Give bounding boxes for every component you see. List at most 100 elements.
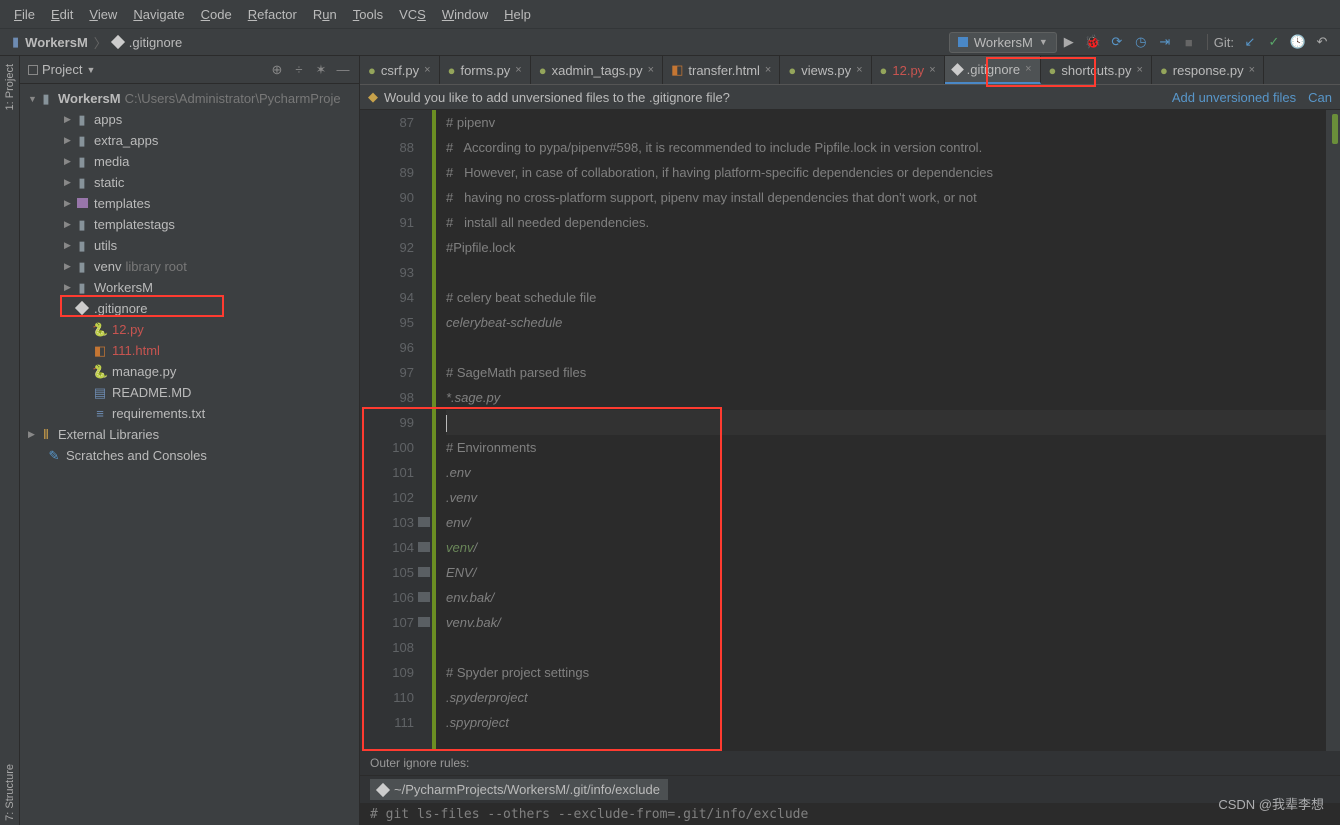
code-line[interactable]: .env xyxy=(446,460,1326,485)
tab-xadmin_tags.py[interactable]: ●xadmin_tags.py× xyxy=(531,56,663,84)
gitignore-icon xyxy=(376,782,390,796)
tab-response.py[interactable]: ●response.py× xyxy=(1152,56,1264,84)
code-line[interactable]: .spyproject xyxy=(446,710,1326,735)
menu-view[interactable]: View xyxy=(81,7,125,22)
collapse-icon[interactable]: ÷ xyxy=(291,62,307,78)
project-tree: ▼▮ WorkersMC:\Users\Administrator\Pychar… xyxy=(20,84,359,825)
tree-item-README.MD[interactable]: ▤ README.MD xyxy=(20,382,359,403)
code-line[interactable]: env/ xyxy=(446,510,1326,535)
code-line[interactable]: ENV/ xyxy=(446,560,1326,585)
menu-run[interactable]: Run xyxy=(305,7,345,22)
menu-help[interactable]: Help xyxy=(496,7,539,22)
code-line[interactable]: env.bak/ xyxy=(446,585,1326,610)
code-line[interactable]: *.sage.py xyxy=(446,385,1326,410)
hide-icon[interactable]: — xyxy=(335,62,351,78)
close-icon[interactable]: × xyxy=(515,64,521,76)
tree-item-111.html[interactable]: ◧ 111.html xyxy=(20,340,359,361)
code-line[interactable] xyxy=(446,335,1326,360)
code-line[interactable]: # Spyder project settings xyxy=(446,660,1326,685)
vcs-commit-button[interactable]: ✓ xyxy=(1265,33,1283,51)
menu-vcs[interactable]: VCS xyxy=(391,7,434,22)
run-config-select[interactable]: WorkersM ▼ xyxy=(949,32,1057,53)
tree-scratches[interactable]: ✎Scratches and Consoles xyxy=(20,445,359,466)
settings-icon[interactable]: ✶ xyxy=(313,62,329,78)
code-line[interactable]: venv/ xyxy=(446,535,1326,560)
code-body[interactable]: # pipenv# According to pypa/pipenv#598, … xyxy=(432,110,1326,751)
code-line[interactable]: # pipenv xyxy=(446,110,1326,135)
tree-item-templates[interactable]: ▶ templates xyxy=(20,193,359,214)
close-icon[interactable]: × xyxy=(648,64,654,76)
menu-window[interactable]: Window xyxy=(434,7,496,22)
tab-transfer.html[interactable]: ◧transfer.html× xyxy=(663,56,780,84)
tree-item-media[interactable]: ▶▮ media xyxy=(20,151,359,172)
tree-item-requirements.txt[interactable]: ≡ requirements.txt xyxy=(20,403,359,424)
close-icon[interactable]: × xyxy=(765,64,771,76)
code-line[interactable]: # having no cross-platform support, pipe… xyxy=(446,185,1326,210)
code-line[interactable]: # install all needed dependencies. xyxy=(446,210,1326,235)
cancel-link[interactable]: Can xyxy=(1308,90,1332,105)
locate-icon[interactable]: ⊕ xyxy=(269,62,285,78)
debug-button[interactable]: 🐞 xyxy=(1084,33,1102,51)
menu-code[interactable]: Code xyxy=(193,7,240,22)
close-icon[interactable]: × xyxy=(929,64,935,76)
code-line[interactable]: .venv xyxy=(446,485,1326,510)
code-line[interactable]: # Environments xyxy=(446,435,1326,460)
breadcrumb[interactable]: ▮ WorkersM 〉 .gitignore xyxy=(6,33,188,52)
code-line[interactable]: # According to pypa/pipenv#598, it is re… xyxy=(446,135,1326,160)
tree-item-venv[interactable]: ▶▮ venvlibrary root xyxy=(20,256,359,277)
code-editor[interactable]: 8788899091929394959697989910010110210310… xyxy=(360,110,1340,751)
code-line[interactable]: #Pipfile.lock xyxy=(446,235,1326,260)
stop-button[interactable]: ■ xyxy=(1180,33,1198,51)
code-line[interactable]: celerybeat-schedule xyxy=(446,310,1326,335)
code-line[interactable]: venv.bak/ xyxy=(446,610,1326,635)
close-icon[interactable]: × xyxy=(424,64,430,76)
run-button[interactable]: ▶ xyxy=(1060,33,1078,51)
tree-item-utils[interactable]: ▶▮ utils xyxy=(20,235,359,256)
menu-navigate[interactable]: Navigate xyxy=(125,7,192,22)
close-icon[interactable]: × xyxy=(1025,63,1031,75)
profile-button[interactable]: ◷ xyxy=(1132,33,1150,51)
close-icon[interactable]: × xyxy=(1137,64,1143,76)
menu-refactor[interactable]: Refactor xyxy=(240,7,305,22)
menu-file[interactable]: File xyxy=(6,7,43,22)
code-line[interactable]: # celery beat schedule file xyxy=(446,285,1326,310)
code-line[interactable] xyxy=(446,260,1326,285)
tree-item-manage.py[interactable]: 🐍 manage.py xyxy=(20,361,359,382)
tab-12.py[interactable]: ●12.py× xyxy=(872,56,945,84)
code-line[interactable]: # SageMath parsed files xyxy=(446,360,1326,385)
vcs-history-button[interactable]: 🕓 xyxy=(1289,33,1307,51)
close-icon[interactable]: × xyxy=(856,64,862,76)
code-line[interactable] xyxy=(446,410,1326,435)
vcs-update-button[interactable]: ↙ xyxy=(1241,33,1259,51)
coverage-button[interactable]: ⟳ xyxy=(1108,33,1126,51)
tab-.gitignore[interactable]: .gitignore× xyxy=(945,56,1041,84)
tree-item-.gitignore[interactable]: .gitignore xyxy=(20,298,359,319)
close-icon[interactable]: × xyxy=(1249,64,1255,76)
tree-item-12.py[interactable]: 🐍 12.py xyxy=(20,319,359,340)
tree-item-WorkersM[interactable]: ▶▮ WorkersM xyxy=(20,277,359,298)
tab-forms.py[interactable]: ●forms.py× xyxy=(440,56,531,84)
menu-tools[interactable]: Tools xyxy=(345,7,391,22)
tab-shortcuts.py[interactable]: ●shortcuts.py× xyxy=(1041,56,1152,84)
tool-tab-project[interactable]: 1: Project xyxy=(4,60,16,114)
tree-external-libs[interactable]: ▶⫴External Libraries xyxy=(20,424,359,445)
code-line[interactable] xyxy=(446,635,1326,660)
vcs-revert-button[interactable]: ↶ xyxy=(1313,33,1331,51)
attach-button[interactable]: ⇥ xyxy=(1156,33,1174,51)
exclude-bar: ~/PycharmProjects/WorkersM/.git/info/exc… xyxy=(360,775,1340,803)
tab-views.py[interactable]: ●views.py× xyxy=(780,56,871,84)
add-unversioned-link[interactable]: Add unversioned files xyxy=(1172,90,1296,105)
tool-tab-structure[interactable]: 7: Structure xyxy=(4,760,16,825)
tree-item-apps[interactable]: ▶▮ apps xyxy=(20,109,359,130)
tree-item-extra_apps[interactable]: ▶▮ extra_apps xyxy=(20,130,359,151)
tab-csrf.py[interactable]: ●csrf.py× xyxy=(360,56,440,84)
code-line[interactable]: .spyderproject xyxy=(446,685,1326,710)
tree-root[interactable]: ▼▮ WorkersMC:\Users\Administrator\Pychar… xyxy=(20,88,359,109)
menu-bar: File Edit View Navigate Code Refactor Ru… xyxy=(0,0,1340,28)
code-line[interactable]: # However, in case of collaboration, if … xyxy=(446,160,1326,185)
menu-edit[interactable]: Edit xyxy=(43,7,81,22)
tree-item-templatestags[interactable]: ▶▮ templatestags xyxy=(20,214,359,235)
sidebar-title[interactable]: Project ▼ xyxy=(28,62,95,77)
tree-item-static[interactable]: ▶▮ static xyxy=(20,172,359,193)
exclude-chip[interactable]: ~/PycharmProjects/WorkersM/.git/info/exc… xyxy=(370,779,668,800)
